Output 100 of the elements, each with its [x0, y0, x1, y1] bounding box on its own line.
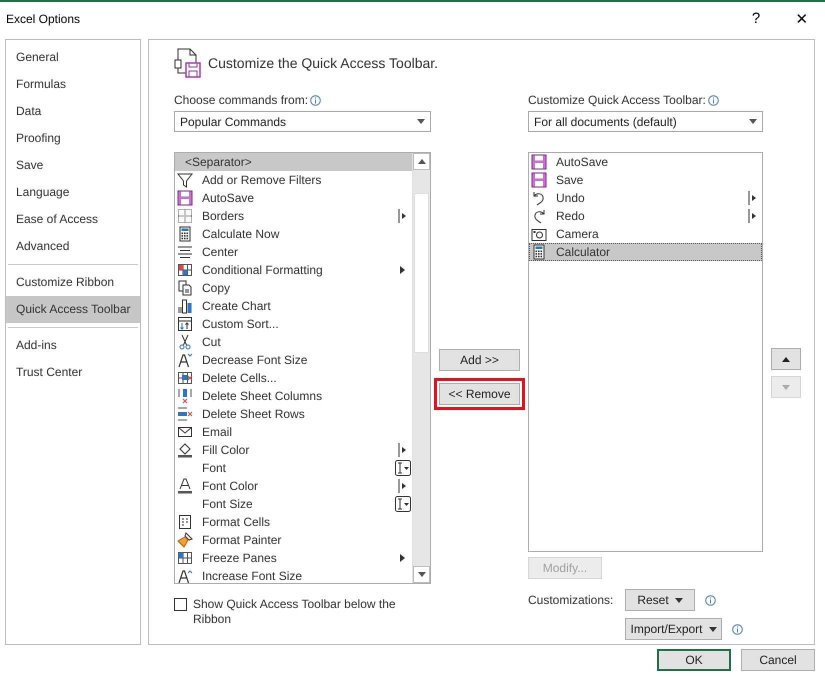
commands-list[interactable]: [174, 152, 431, 584]
reset-button[interactable]: Reset: [625, 589, 695, 611]
text-field-dropdown-icon: [395, 460, 411, 476]
split-arrow-icon[interactable]: [748, 209, 758, 223]
sidebar-item[interactable]: General: [6, 44, 140, 71]
font-color-icon: [177, 478, 193, 494]
command-list-item[interactable]: Conditional Formatting: [175, 261, 412, 279]
sidebar-item[interactable]: Customize Ribbon: [6, 269, 140, 296]
import-export-button[interactable]: Import/Export: [625, 618, 722, 640]
up-arrow-icon: [782, 356, 790, 362]
command-list-item[interactable]: AutoSave: [529, 153, 762, 171]
caret-icon: [417, 119, 425, 124]
copy-pages-icon: [177, 280, 193, 296]
split-arrow-icon[interactable]: [398, 479, 408, 493]
command-list-item[interactable]: Calculate Now: [175, 225, 412, 243]
submenu-arrow-icon: [400, 554, 406, 562]
command-list-item[interactable]: Email: [175, 423, 412, 441]
command-list-item[interactable]: Font Color: [175, 477, 412, 495]
sidebar-item[interactable]: Proofing: [6, 125, 140, 152]
envelope-icon: [177, 424, 193, 440]
remove-button[interactable]: << Remove: [439, 383, 520, 405]
move-up-button[interactable]: [771, 348, 801, 370]
command-list-item[interactable]: Calculator: [529, 243, 762, 261]
sidebar-item[interactable]: Formulas: [6, 71, 140, 98]
command-list-item[interactable]: Copy: [175, 279, 412, 297]
command-list-item[interactable]: Add or Remove Filters: [175, 171, 412, 189]
sidebar-item[interactable]: Save: [6, 152, 140, 179]
command-list-item[interactable]: Delete Sheet Columns: [175, 387, 412, 405]
bar-chart-icon: [177, 298, 193, 314]
command-list-item[interactable]: Increase Font Size: [175, 567, 412, 583]
command-list-item[interactable]: Font: [175, 459, 412, 477]
caret-icon: [418, 572, 426, 577]
align-center-icon: [177, 244, 193, 260]
command-list-item[interactable]: Font Size: [175, 495, 412, 513]
scope-dropdown[interactable]: For all documents (default): [528, 111, 763, 132]
scissors-icon: [177, 334, 193, 350]
sidebar-item[interactable]: Quick Access Toolbar: [6, 296, 140, 323]
toolbar-list[interactable]: AutoSave Save Undo Redo Camera Calculator: [528, 152, 763, 552]
sidebar-item[interactable]: Language: [6, 179, 140, 206]
commands-dropdown[interactable]: Popular Commands: [174, 111, 431, 132]
command-list-item[interactable]: Camera: [529, 225, 762, 243]
sidebar-item[interactable]: Ease of Access: [6, 206, 140, 233]
calculator-icon: [177, 226, 193, 242]
command-list-item[interactable]: Undo: [529, 189, 762, 207]
decrease-font-icon: [177, 352, 193, 368]
command-list-item[interactable]: <Separator>: [175, 153, 412, 171]
info-icon[interactable]: [732, 624, 743, 634]
command-list-item[interactable]: Center: [175, 243, 412, 261]
add-button[interactable]: Add >>: [439, 349, 520, 371]
split-arrow-icon[interactable]: [398, 443, 408, 457]
command-list-item[interactable]: Create Chart: [175, 297, 412, 315]
camera-icon: [531, 226, 547, 242]
sidebar-item[interactable]: Advanced: [6, 233, 140, 260]
sidebar-item[interactable]: Trust Center: [6, 359, 140, 386]
text-field-dropdown-icon: [395, 496, 411, 512]
sort-icon: [177, 316, 193, 332]
submenu-arrow-icon: [400, 266, 406, 274]
caret-icon: [674, 598, 683, 602]
calculator-icon: [531, 244, 547, 260]
info-icon[interactable]: [705, 594, 716, 606]
conditional-table-icon: [177, 262, 193, 278]
paint-bucket-icon: [177, 442, 193, 458]
border-grid-icon: [177, 208, 193, 224]
ok-button[interactable]: OK: [657, 649, 731, 671]
help-button[interactable]: ?: [733, 4, 779, 34]
info-icon[interactable]: [310, 94, 322, 106]
command-list-item[interactable]: Freeze Panes: [175, 549, 412, 567]
checkbox[interactable]: [174, 598, 187, 611]
command-list-item[interactable]: Decrease Font Size: [175, 351, 412, 369]
command-list-item[interactable]: Fill Color: [175, 441, 412, 459]
paintbrush-icon: [177, 532, 193, 548]
sidebar-item[interactable]: Data: [6, 98, 140, 125]
command-list-item[interactable]: Borders: [175, 207, 412, 225]
command-list-item[interactable]: Delete Cells...: [175, 369, 412, 387]
toolbar-document-icon: [174, 48, 202, 78]
close-button[interactable]: ✕: [779, 4, 825, 34]
split-arrow-icon[interactable]: [398, 209, 408, 223]
window-title: Excel Options: [6, 12, 82, 26]
info-icon[interactable]: [708, 94, 719, 106]
cancel-button[interactable]: Cancel: [741, 649, 815, 671]
field-label: Customize Quick Access Toolbar:: [528, 93, 706, 107]
command-list-item[interactable]: Save: [529, 171, 762, 189]
split-arrow-icon[interactable]: [748, 191, 758, 205]
sidebar-item[interactable]: Add-ins: [6, 332, 140, 359]
command-list-item[interactable]: AutoSave: [175, 189, 412, 207]
command-list-item[interactable]: Custom Sort...: [175, 315, 412, 333]
field-label: Choose commands from:: [174, 93, 308, 107]
delete-row-icon: [177, 406, 193, 422]
scrollbar[interactable]: [412, 153, 430, 583]
increase-font-icon: [177, 568, 193, 583]
up-arrow-icon: [418, 159, 426, 164]
format-cells-icon: [177, 514, 193, 530]
command-list-item[interactable]: Cut: [175, 333, 412, 351]
command-list-item[interactable]: Delete Sheet Rows: [175, 405, 412, 423]
command-list-item[interactable]: Redo: [529, 207, 762, 225]
caret-icon: [708, 626, 717, 632]
command-list-item[interactable]: Format Cells: [175, 513, 412, 531]
command-list-item[interactable]: Format Painter: [175, 531, 412, 549]
customizations-label: Customizations:: [528, 593, 614, 607]
delete-column-icon: [177, 388, 193, 404]
